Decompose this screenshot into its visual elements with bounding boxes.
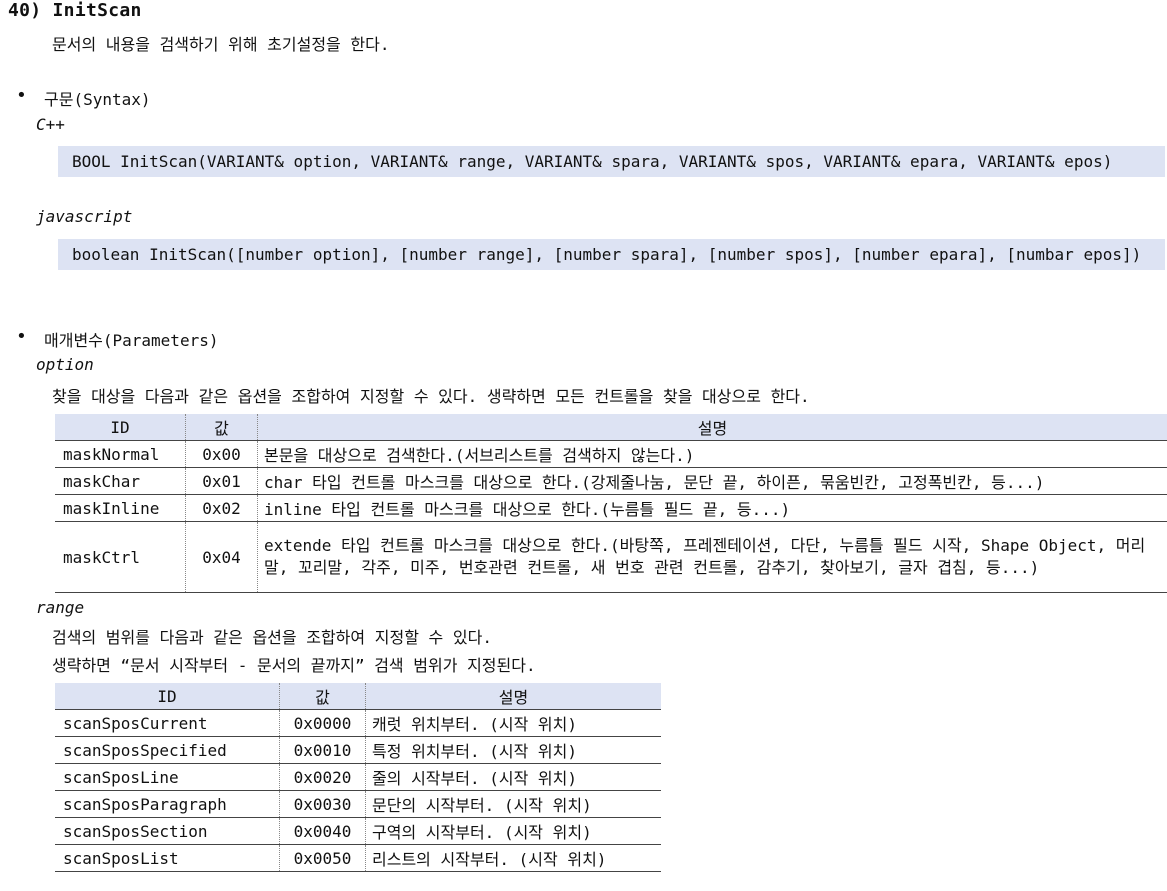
range-desc: 구역의 시작부터. (시작 위치) [365, 817, 661, 845]
option-id: maskCtrl [55, 521, 186, 593]
page-title: 40) InitScan [8, 0, 142, 21]
params-bullet: • [16, 326, 27, 347]
cpp-code-block: BOOL InitScan(VARIANT& option, VARIANT& … [58, 146, 1165, 177]
table-row: scanSposCurrent 0x0000 캐럿 위치부터. (시작 위치) [55, 709, 661, 737]
range-label: range [36, 598, 85, 617]
table-row: maskInline 0x02 inline 타입 컨트롤 마스크를 대상으로 … [55, 494, 1167, 522]
cpp-label: C++ [36, 115, 65, 134]
range-id: scanSposParagraph [55, 790, 280, 818]
option-value: 0x02 [185, 494, 258, 522]
option-table: ID 값 설명 maskNormal 0x00 본문을 대상으로 검색한다.(서… [55, 414, 1167, 593]
table-row: scanSposLine 0x0020 줄의 시작부터. (시작 위치) [55, 763, 661, 791]
range-id: scanSposCurrent [55, 709, 280, 737]
table-row: scanSposSection 0x0040 구역의 시작부터. (시작 위치) [55, 817, 661, 845]
range-table: ID 값 설명 scanSposCurrent 0x0000 캐럿 위치부터. … [55, 683, 661, 872]
table-row: maskCtrl 0x04 extende 타입 컨트롤 마스크를 대상으로 한… [55, 521, 1167, 593]
function-description: 문서의 내용을 검색하기 위해 초기설정을 한다. [52, 35, 390, 54]
option-desc: inline 타입 컨트롤 마스크를 대상으로 한다.(누름틀 필드 끝, 등.… [257, 494, 1167, 522]
range-desc: 캐럿 위치부터. (시작 위치) [365, 709, 661, 737]
range-id: scanSposSection [55, 817, 280, 845]
javascript-label: javascript [36, 207, 133, 226]
option-value: 0x01 [185, 467, 258, 495]
option-id: maskChar [55, 467, 186, 495]
option-table-header: ID 값 설명 [55, 414, 1167, 441]
option-value: 0x00 [185, 440, 258, 468]
range-value: 0x0010 [279, 736, 366, 764]
range-table-header: ID 값 설명 [55, 683, 661, 710]
range-value: 0x0040 [279, 817, 366, 845]
table-row: maskChar 0x01 char 타입 컨트롤 마스크를 대상으로 한다.(… [55, 467, 1167, 495]
option-desc: 본문을 대상으로 검색한다.(서브리스트를 검색하지 않는다.) [257, 440, 1167, 468]
range-value: 0x0020 [279, 763, 366, 791]
range-description-1: 검색의 범위를 다음과 같은 옵션을 조합하여 지정할 수 있다. [52, 628, 492, 647]
column-header-id: ID [55, 414, 186, 441]
column-header-description: 설명 [257, 414, 1167, 441]
option-description: 찾을 대상을 다음과 같은 옵션을 조합하여 지정할 수 있다. 생략하면 모든… [52, 387, 810, 406]
range-value: 0x0050 [279, 844, 366, 872]
range-desc: 특정 위치부터. (시작 위치) [365, 736, 661, 764]
table-row: scanSposSpecified 0x0010 특정 위치부터. (시작 위치… [55, 736, 661, 764]
option-label: option [36, 355, 94, 374]
range-desc: 문단의 시작부터. (시작 위치) [365, 790, 661, 818]
option-value: 0x04 [185, 521, 258, 593]
params-heading: 매개변수(Parameters) [44, 331, 219, 350]
option-id: maskNormal [55, 440, 186, 468]
range-id: scanSposLine [55, 763, 280, 791]
range-desc: 줄의 시작부터. (시작 위치) [365, 763, 661, 791]
column-header-description: 설명 [365, 683, 661, 710]
range-description-2: 생략하면 “문서 시작부터 - 문서의 끝까지” 검색 범위가 지정된다. [52, 656, 536, 675]
option-desc: extende 타입 컨트롤 마스크를 대상으로 한다.(바탕쪽, 프레젠테이션… [257, 521, 1167, 593]
column-header-id: ID [55, 683, 280, 710]
table-row: scanSposList 0x0050 리스트의 시작부터. (시작 위치) [55, 844, 661, 872]
table-row: scanSposParagraph 0x0030 문단의 시작부터. (시작 위… [55, 790, 661, 818]
table-row: maskNormal 0x00 본문을 대상으로 검색한다.(서브리스트를 검색… [55, 440, 1167, 468]
range-value: 0x0000 [279, 709, 366, 737]
range-id: scanSposList [55, 844, 280, 872]
column-header-value: 값 [279, 683, 366, 710]
range-value: 0x0030 [279, 790, 366, 818]
option-id: maskInline [55, 494, 186, 522]
option-desc: char 타입 컨트롤 마스크를 대상으로 한다.(강제줄나눔, 문단 끝, 하… [257, 467, 1167, 495]
column-header-value: 값 [185, 414, 258, 441]
range-id: scanSposSpecified [55, 736, 280, 764]
syntax-bullet: • [16, 85, 27, 106]
range-desc: 리스트의 시작부터. (시작 위치) [365, 844, 661, 872]
syntax-heading: 구문(Syntax) [44, 90, 151, 109]
javascript-code-block: boolean InitScan([number option], [numbe… [58, 239, 1165, 270]
